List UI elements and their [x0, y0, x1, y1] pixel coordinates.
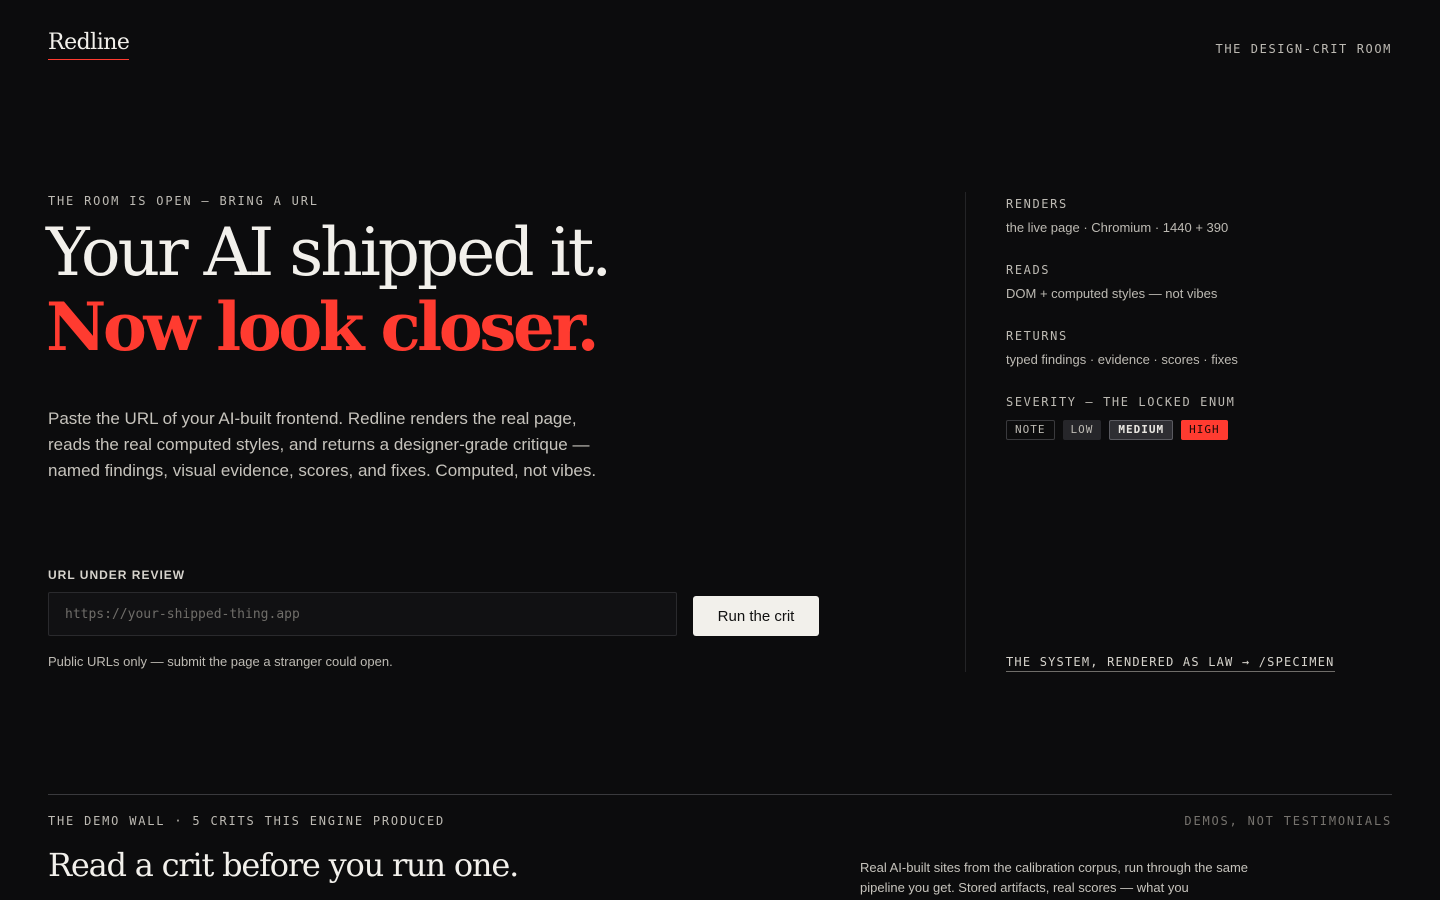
demo-wall-eyebrow: THE DEMO WALL · 5 CRITS THIS ENGINE PROD… [48, 814, 446, 828]
severity-low-chip: LOW [1062, 420, 1102, 440]
column-divider [965, 192, 966, 672]
hero-eyebrow: THE ROOM IS OPEN — BRING A URL [48, 194, 319, 208]
brand-logo[interactable]: Redline [48, 30, 130, 60]
spec-renders-value: the live page · Chromium · 1440 + 390 [1006, 220, 1229, 235]
specimen-link[interactable]: THE SYSTEM, RENDERED AS LAW → /SPECIMEN [1006, 655, 1335, 672]
spec-severity-label: SEVERITY — THE LOCKED ENUM [1006, 395, 1236, 409]
spec-reads-value: DOM + computed styles — not vibes [1006, 286, 1218, 301]
section-divider [48, 794, 1392, 795]
spec-renders-label: RENDERS [1006, 197, 1068, 211]
spec-reads: READS DOM + computed styles — not vibes [1006, 263, 1217, 301]
url-hint: Public URLs only — submit the page a str… [48, 654, 393, 669]
demo-wall-description: Real AI-built sites from the calibration… [860, 860, 1249, 895]
headline-line-2: Now look closer. [46, 288, 600, 366]
url-input[interactable] [48, 592, 677, 636]
hero-headline: Your AI shipped it. Now look closer. [46, 214, 612, 366]
headline-line-1: Your AI shipped it. [46, 214, 612, 291]
run-crit-button[interactable]: Run the crit [693, 596, 819, 636]
demo-wall-title: Read a crit before you run one. [48, 846, 519, 884]
severity-high-chip: HIGH [1181, 420, 1228, 440]
severity-chips: NOTE LOW MEDIUM HIGH [1006, 420, 1228, 440]
spec-returns-label: RETURNS [1006, 329, 1068, 343]
demo-wall-aside: DEMOS, NOT TESTIMONIALS [1184, 814, 1392, 828]
spec-returns: RETURNS typed findings · evidence · scor… [1006, 329, 1238, 367]
spec-returns-value: typed findings · evidence · scores · fix… [1006, 352, 1238, 367]
severity-note-chip: NOTE [1006, 420, 1055, 440]
spec-severity: SEVERITY — THE LOCKED ENUM [1006, 395, 1235, 409]
spec-reads-label: READS [1006, 263, 1051, 277]
severity-medium-chip: MEDIUM [1109, 420, 1174, 440]
url-field-label: URL UNDER REVIEW [48, 568, 186, 582]
header-tagline: THE DESIGN-CRIT ROOM [1215, 42, 1392, 56]
spec-renders: RENDERS the live page · Chromium · 1440 … [1006, 197, 1228, 235]
hero-lede: Paste the URL of your AI-built frontend.… [48, 409, 597, 480]
